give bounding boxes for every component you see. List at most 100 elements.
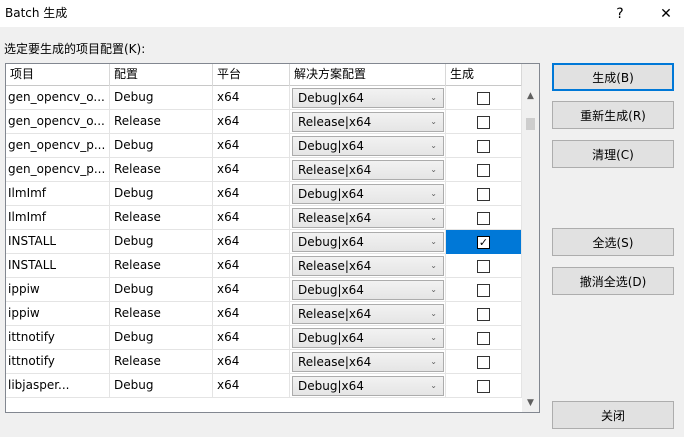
solution-config-value: Debug|x64	[298, 379, 364, 393]
select-all-button[interactable]: 全选(S)	[552, 228, 674, 256]
build-checkbox[interactable]	[477, 163, 490, 177]
solution-config-value: Release|x64	[298, 211, 372, 225]
vertical-scrollbar[interactable]: ▲ ▼	[522, 64, 539, 412]
build-checkbox[interactable]	[477, 283, 490, 297]
build-checkbox[interactable]	[477, 331, 490, 345]
column-header-build[interactable]: 生成	[446, 64, 522, 86]
table-row[interactable]: IlmImf Release x64 Release|x64 ⌄	[6, 206, 522, 230]
cell-platform: x64	[213, 158, 290, 182]
cell-project: ittnotify	[6, 350, 110, 374]
cell-config: Debug	[110, 182, 213, 206]
build-checkbox[interactable]	[477, 139, 490, 153]
table-row[interactable]: ittnotify Release x64 Release|x64 ⌄	[6, 350, 522, 374]
cell-build	[446, 350, 522, 374]
help-button[interactable]: ?	[600, 0, 640, 27]
table-row[interactable]: ittnotify Debug x64 Debug|x64 ⌄	[6, 326, 522, 350]
solution-config-dropdown[interactable]: Release|x64 ⌄	[292, 352, 444, 372]
rebuild-button[interactable]: 重新生成(R)	[552, 101, 674, 129]
cell-config: Debug	[110, 230, 213, 254]
cell-config: Debug	[110, 134, 213, 158]
cell-project: libjasper...	[6, 374, 110, 398]
cell-platform: x64	[213, 110, 290, 134]
table-row[interactable]: ippiw Release x64 Release|x64 ⌄	[6, 302, 522, 326]
solution-config-dropdown[interactable]: Debug|x64 ⌄	[292, 184, 444, 204]
scroll-thumb[interactable]	[526, 118, 535, 130]
cell-project: ittnotify	[6, 326, 110, 350]
build-checkbox[interactable]	[477, 115, 490, 129]
window-title: Batch 生成	[5, 6, 68, 20]
column-header-platform[interactable]: 平台	[213, 64, 290, 86]
project-config-prompt: 选定要生成的项目配置(K):	[4, 42, 146, 56]
column-header-project[interactable]: 项目	[6, 64, 110, 86]
build-checkbox[interactable]	[477, 355, 490, 369]
project-config-grid[interactable]: 项目 配置 平台 解决方案配置 生成 gen_opencv_o... Debug x…	[5, 63, 540, 413]
chevron-down-icon: ⌄	[430, 189, 437, 198]
cell-project: IlmImf	[6, 206, 110, 230]
chevron-down-icon: ⌄	[430, 357, 437, 366]
cell-platform: x64	[213, 230, 290, 254]
scroll-down-icon[interactable]: ▼	[522, 395, 539, 412]
cell-config: Release	[110, 254, 213, 278]
table-row[interactable]: ippiw Debug x64 Debug|x64 ⌄	[6, 278, 522, 302]
solution-config-dropdown[interactable]: Release|x64 ⌄	[292, 112, 444, 132]
table-row[interactable]: INSTALL Debug x64 Debug|x64 ⌄ ✓	[6, 230, 522, 254]
checkmark-icon: ✓	[478, 235, 489, 249]
solution-config-dropdown[interactable]: Debug|x64 ⌄	[292, 88, 444, 108]
solution-config-dropdown[interactable]: Release|x64 ⌄	[292, 160, 444, 180]
build-checkbox[interactable]	[477, 379, 490, 393]
build-checkbox[interactable]	[477, 211, 490, 225]
solution-config-value: Release|x64	[298, 259, 372, 273]
build-checkbox[interactable]	[477, 307, 490, 321]
table-row[interactable]: IlmImf Debug x64 Debug|x64 ⌄	[6, 182, 522, 206]
chevron-down-icon: ⌄	[430, 237, 437, 246]
close-button[interactable]: 关闭	[552, 401, 674, 429]
chevron-down-icon: ⌄	[430, 141, 437, 150]
table-row[interactable]: gen_opencv_p... Release x64 Release|x64 ⌄	[6, 158, 522, 182]
cell-build	[446, 158, 522, 182]
build-checkbox[interactable]	[477, 259, 490, 273]
cell-project: INSTALL	[6, 230, 110, 254]
cell-solution-config: Release|x64 ⌄	[290, 350, 446, 374]
cell-solution-config: Debug|x64 ⌄	[290, 134, 446, 158]
solution-config-dropdown[interactable]: Debug|x64 ⌄	[292, 376, 444, 396]
table-row[interactable]: libjasper... Debug x64 Debug|x64 ⌄	[6, 374, 522, 398]
clean-button[interactable]: 清理(C)	[552, 140, 674, 168]
cell-build	[446, 134, 522, 158]
cell-project: gen_opencv_p...	[6, 158, 110, 182]
table-row[interactable]: gen_opencv_p... Debug x64 Debug|x64 ⌄	[6, 134, 522, 158]
column-header-config[interactable]: 配置	[110, 64, 213, 86]
build-button[interactable]: 生成(B)	[552, 63, 674, 91]
grid-rows: gen_opencv_o... Debug x64 Debug|x64 ⌄ gen_ope…	[6, 86, 522, 398]
solution-config-dropdown[interactable]: Debug|x64 ⌄	[292, 136, 444, 156]
chevron-down-icon: ⌄	[430, 261, 437, 270]
solution-config-value: Debug|x64	[298, 235, 364, 249]
cell-project: gen_opencv_o...	[6, 110, 110, 134]
cell-platform: x64	[213, 254, 290, 278]
solution-config-dropdown[interactable]: Debug|x64 ⌄	[292, 232, 444, 252]
cell-build	[446, 110, 522, 134]
cell-platform: x64	[213, 374, 290, 398]
solution-config-dropdown[interactable]: Release|x64 ⌄	[292, 256, 444, 276]
table-row[interactable]: INSTALL Release x64 Release|x64 ⌄	[6, 254, 522, 278]
scroll-up-icon[interactable]: ▲	[522, 88, 539, 105]
solution-config-dropdown[interactable]: Release|x64 ⌄	[292, 208, 444, 228]
deselect-all-button[interactable]: 撤消全选(D)	[552, 267, 674, 295]
chevron-down-icon: ⌄	[430, 381, 437, 390]
close-window-button[interactable]: ✕	[646, 0, 684, 27]
cell-build	[446, 374, 522, 398]
build-checkbox[interactable]	[477, 187, 490, 201]
column-header-solution-config[interactable]: 解决方案配置	[290, 64, 446, 86]
build-checkbox[interactable]: ✓	[477, 235, 490, 249]
solution-config-dropdown[interactable]: Debug|x64 ⌄	[292, 328, 444, 348]
cell-platform: x64	[213, 278, 290, 302]
table-row[interactable]: gen_opencv_o... Debug x64 Debug|x64 ⌄	[6, 86, 522, 110]
batch-build-dialog: 选定要生成的项目配置(K): 项目 配置 平台 解决方案配置 生成 gen_op…	[0, 27, 684, 437]
cell-solution-config: Debug|x64 ⌄	[290, 86, 446, 110]
cell-config: Release	[110, 158, 213, 182]
solution-config-dropdown[interactable]: Release|x64 ⌄	[292, 304, 444, 324]
cell-config: Release	[110, 350, 213, 374]
build-checkbox[interactable]	[477, 91, 490, 105]
chevron-down-icon: ⌄	[430, 165, 437, 174]
table-row[interactable]: gen_opencv_o... Release x64 Release|x64 ⌄	[6, 110, 522, 134]
solution-config-dropdown[interactable]: Debug|x64 ⌄	[292, 280, 444, 300]
